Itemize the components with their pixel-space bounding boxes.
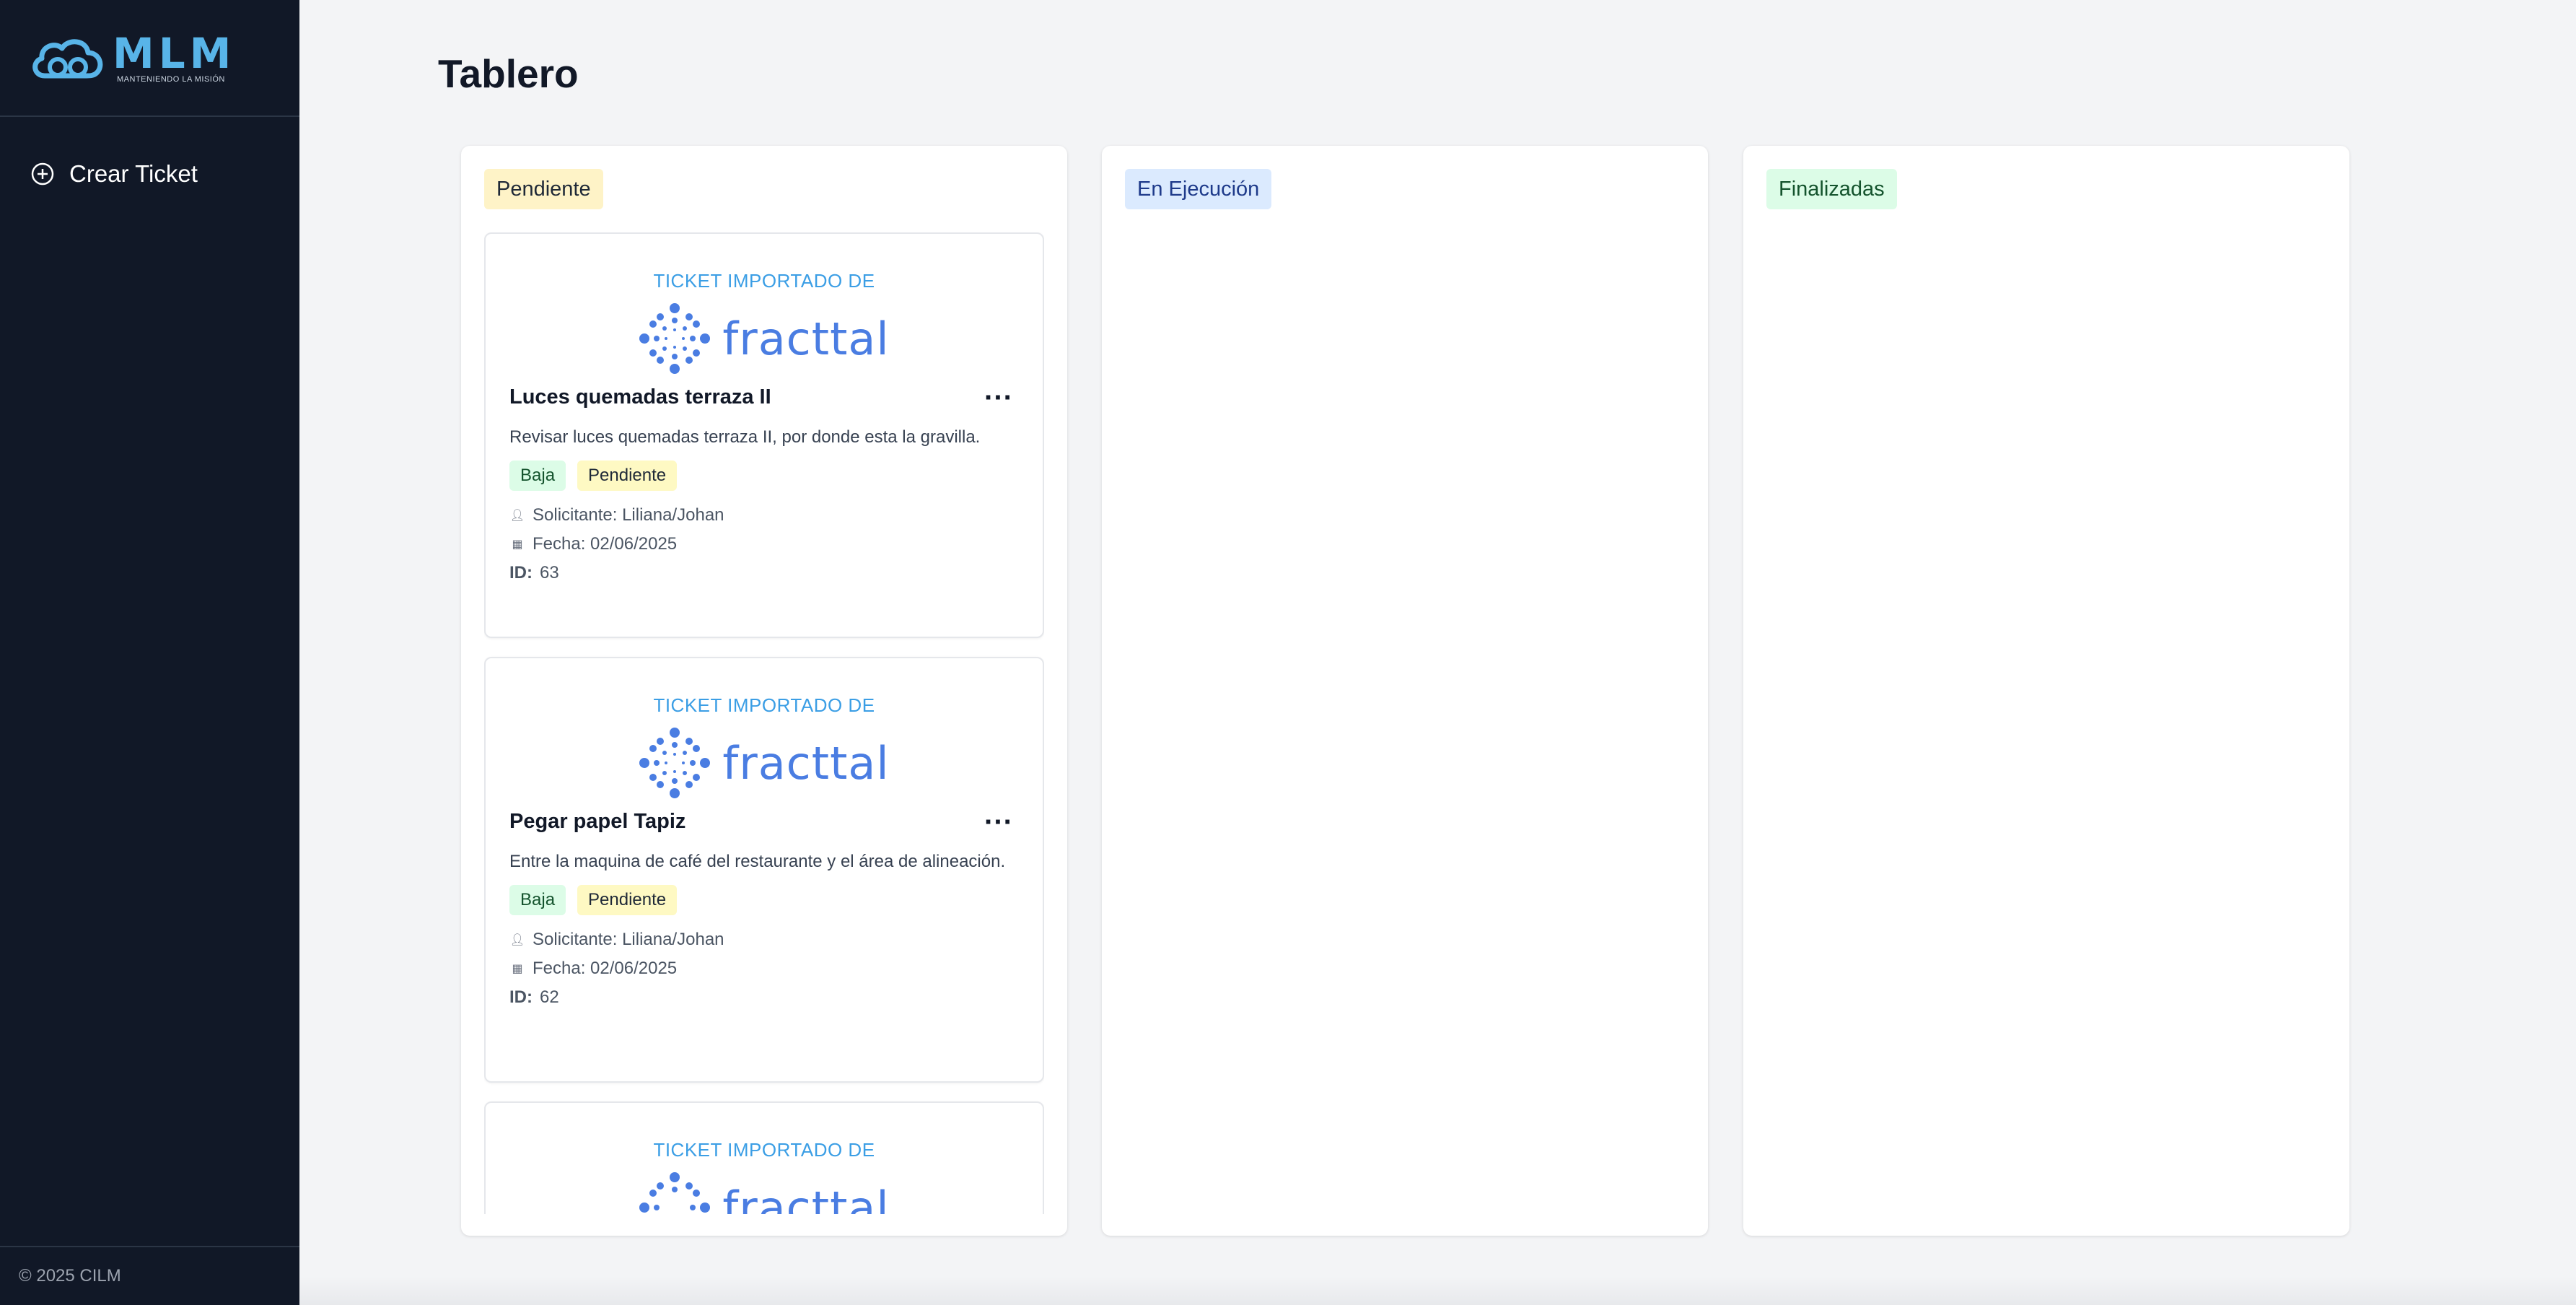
card-id: 62 [540, 987, 559, 1007]
fracttal-wordmark: fracttal [722, 312, 890, 365]
card-id: 63 [540, 563, 559, 582]
status-badge: Pendiente [577, 461, 678, 491]
card-list[interactable]: TICKET IMPORTADO DE fracttal Luces quema… [484, 232, 1044, 1214]
plus-circle-icon [31, 162, 54, 186]
status-badge: Pendiente [577, 885, 678, 915]
card-id-label: ID: [509, 987, 533, 1007]
fracttal-logo: fracttal [639, 302, 889, 375]
ticket-card[interactable]: TICKET IMPORTADO DE [484, 657, 1044, 1083]
card-description: Entre la maquina de café del restaurante… [509, 852, 1006, 871]
column-badge-pendiente: Pendiente [484, 169, 603, 209]
calendar-icon: ▦ [512, 963, 523, 975]
calendar-icon: ▦ [512, 538, 523, 551]
priority-badge: Baja [509, 461, 566, 491]
ticket-card[interactable]: TICKET IMPORTADO DE [484, 232, 1044, 638]
card-date: Fecha: 02/06/2025 [533, 959, 678, 978]
logo-text: MLM [113, 29, 236, 78]
more-options-icon[interactable]: ··· [978, 808, 1019, 837]
card-requester: Solicitante: Liliana/Johan [533, 930, 724, 949]
column-pendiente: Pendiente TICKET IMPORTADO DE fracttal L… [461, 146, 1067, 1236]
priority-badge: Baja [509, 885, 566, 915]
import-label: TICKET IMPORTADO DE [653, 270, 875, 292]
fracttal-dots-icon [639, 1172, 711, 1213]
app-root: MLM Manteniendo la Misión Crear Ticket ©… [0, 0, 2576, 1305]
more-options-icon[interactable]: ··· [978, 383, 1019, 412]
sidebar: MLM Manteniendo la Misión Crear Ticket ©… [0, 0, 299, 1305]
card-title: Pegar papel Tapiz [509, 810, 686, 833]
fracttal-dots-icon [639, 303, 711, 374]
card-title: Luces quemadas terraza II [509, 385, 771, 409]
card-requester: Solicitante: Liliana/Johan [533, 505, 724, 525]
page-title: Tablero [438, 51, 579, 96]
user-icon: 👤︎ [509, 934, 525, 946]
fracttal-logo: fracttal [639, 727, 889, 799]
import-label: TICKET IMPORTADO DE [653, 694, 875, 716]
fracttal-wordmark: fracttal [722, 1181, 890, 1215]
column-en-ejecucion: En Ejecución [1102, 146, 1708, 1236]
logo-tagline: Manteniendo la Misión [117, 75, 225, 84]
column-badge-finalizadas: Finalizadas [1766, 169, 1897, 209]
card-date: Fecha: 02/06/2025 [533, 534, 678, 554]
column-badge-en-ejecucion: En Ejecución [1125, 169, 1272, 209]
card-id-label: ID: [509, 563, 533, 582]
fracttal-wordmark: fracttal [722, 736, 890, 790]
logo-area: MLM Manteniendo la Misión [0, 0, 299, 117]
fracttal-dots-icon [639, 728, 711, 798]
ticket-card[interactable]: TICKET IMPORTADO DE [484, 1101, 1044, 1214]
import-banner: TICKET IMPORTADO DE fracttal [509, 234, 1019, 385]
sidebar-footer: © 2025 CILM [0, 1246, 299, 1305]
cloud-logo-icon [32, 39, 103, 79]
logo[interactable]: MLM Manteniendo la Misión [29, 32, 235, 84]
nav-create-ticket[interactable]: Crear Ticket [30, 160, 198, 188]
card-description: Revisar luces quemadas terraza II, por d… [509, 427, 981, 447]
import-banner: TICKET IMPORTADO DE fracttal [509, 658, 1019, 810]
column-finalizadas: Finalizadas [1743, 146, 2349, 1236]
user-icon: 👤︎ [509, 510, 525, 522]
fracttal-logo: fracttal [639, 1171, 889, 1214]
nav-create-ticket-label: Crear Ticket [69, 160, 198, 187]
import-banner: TICKET IMPORTADO DE fracttal [509, 1103, 1019, 1214]
bottom-shadow [299, 1276, 2576, 1305]
import-label: TICKET IMPORTADO DE [653, 1139, 875, 1161]
